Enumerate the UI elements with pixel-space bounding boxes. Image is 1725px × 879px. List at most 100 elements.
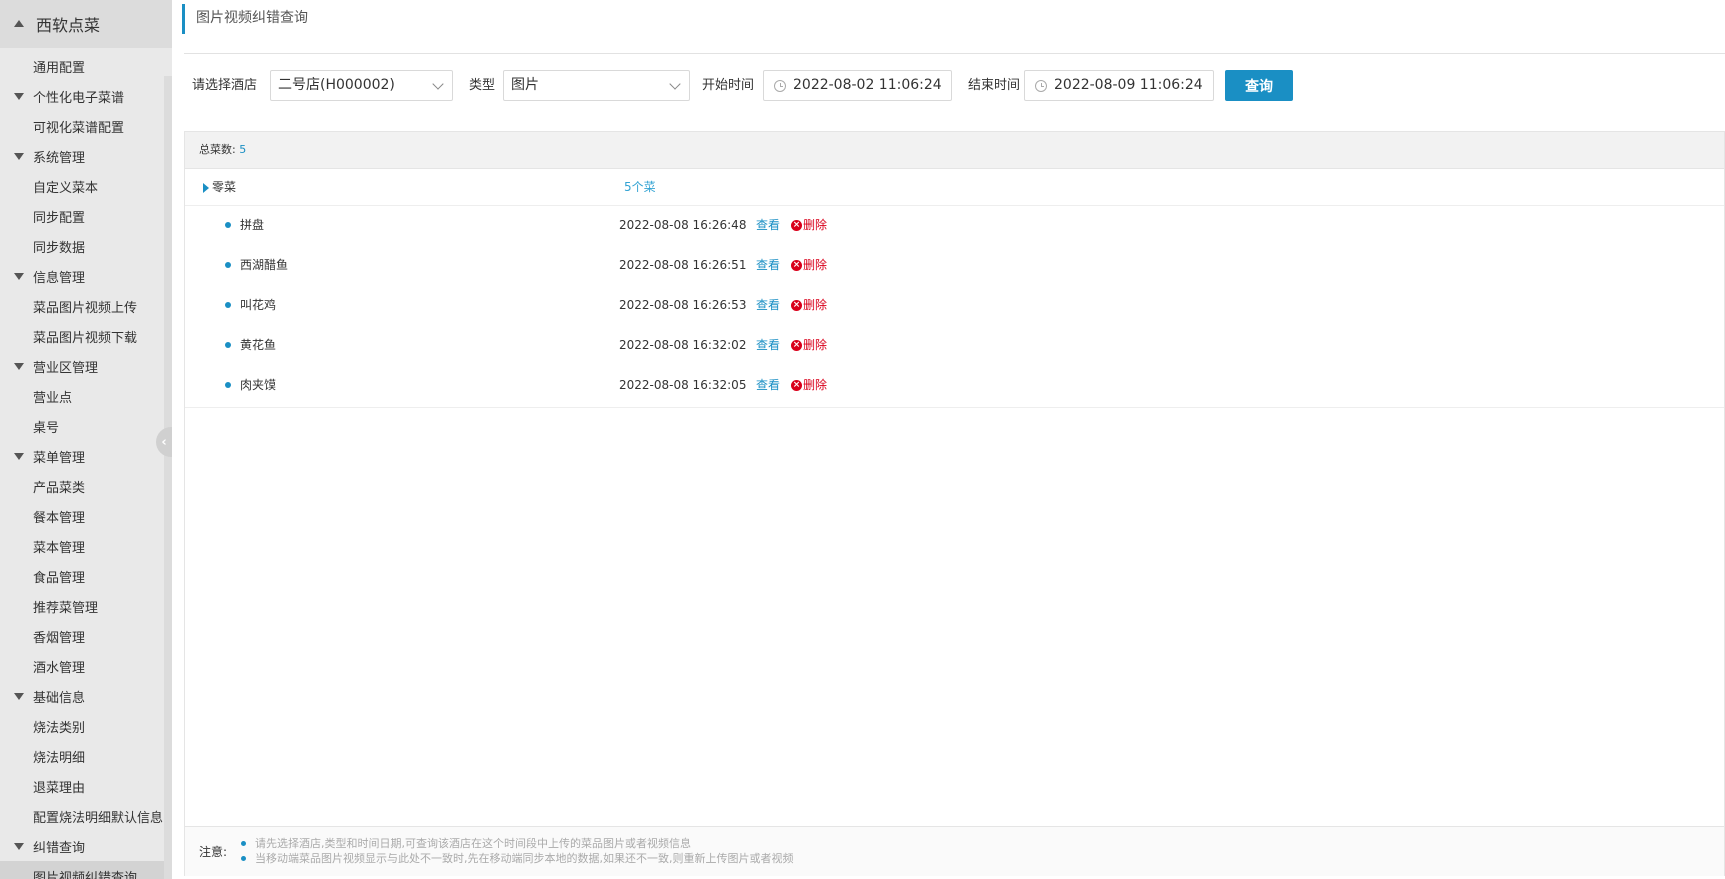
category-row[interactable]: 零菜 5个菜: [185, 169, 1724, 206]
sidebar-item[interactable]: 烧法明细: [0, 741, 164, 771]
sidebar-item-label: 推荐菜管理: [33, 600, 99, 616]
sidebar-item-label: 自定义菜本: [33, 180, 99, 196]
sidebar-item-label: 通用配置: [33, 60, 86, 76]
note-text: 请先选择酒店,类型和时间日期,可查询该酒店在这个时间段中上传的菜品图片或者视频信…: [255, 837, 691, 850]
sidebar-item[interactable]: 图片视频纠错查询: [0, 861, 164, 879]
sidebar-item[interactable]: 配置烧法明细默认信息: [0, 801, 164, 831]
sidebar-scrollbar[interactable]: [164, 76, 172, 879]
total-label: 总菜数:: [199, 143, 236, 156]
sidebar-item[interactable]: 餐本管理: [0, 501, 164, 531]
sidebar-item[interactable]: 退菜理由: [0, 771, 164, 801]
sidebar-item[interactable]: 自定义菜本: [0, 171, 164, 201]
dish-upload-time: 2022-08-08 16:26:48: [619, 218, 747, 232]
clock-icon: [774, 80, 786, 92]
close-circle-icon: ×: [791, 219, 802, 231]
delete-label: 删除: [803, 378, 828, 392]
note-box: 注意: 请先选择酒店,类型和时间日期,可查询该酒店在这个时间段中上传的菜品图片或…: [185, 826, 1724, 876]
sidebar-item[interactable]: 通用配置: [0, 51, 164, 81]
sidebar-item[interactable]: 可视化菜谱配置: [0, 111, 164, 141]
sidebar-item[interactable]: 信息管理: [0, 261, 164, 291]
view-link[interactable]: 查看: [756, 326, 780, 364]
dish-name: 西湖醋鱼: [240, 258, 289, 272]
type-select[interactable]: 图片: [503, 70, 690, 101]
dish-upload-time: 2022-08-08 16:26:53: [619, 298, 747, 312]
dish-row: 肉夹馍 2022-08-08 16:32:05 查看 × 删除: [185, 366, 1724, 406]
hotel-select-value: 二号店(H000002): [278, 77, 395, 93]
sidebar-item-label: 营业点: [33, 390, 73, 406]
sidebar-item[interactable]: 菜本管理: [0, 531, 164, 561]
sidebar-item-label: 酒水管理: [33, 660, 86, 676]
note-item: 请先选择酒店,类型和时间日期,可查询该酒店在这个时间段中上传的菜品图片或者视频信…: [241, 836, 794, 851]
sidebar-item[interactable]: 纠错查询: [0, 831, 164, 861]
delete-label: 删除: [803, 258, 828, 272]
note-list: 请先选择酒店,类型和时间日期,可查询该酒店在这个时间段中上传的菜品图片或者视频信…: [241, 836, 794, 866]
sidebar-item[interactable]: 同步配置: [0, 201, 164, 231]
dish-row: 西湖醋鱼 2022-08-08 16:26:51 查看 × 删除: [185, 246, 1724, 286]
type-label: 类型: [469, 78, 496, 93]
query-button[interactable]: 查询: [1225, 70, 1293, 101]
sidebar-item[interactable]: 烧法类别: [0, 711, 164, 741]
sidebar-item[interactable]: 酒水管理: [0, 651, 164, 681]
close-circle-icon: ×: [791, 379, 802, 391]
delete-button[interactable]: × 删除: [791, 326, 827, 364]
sidebar-item-label: 信息管理: [33, 270, 86, 286]
delete-label: 删除: [803, 298, 828, 312]
bullet-icon: [225, 342, 231, 348]
caret-down-icon: [14, 842, 24, 850]
sidebar-item[interactable]: 个性化电子菜谱: [0, 81, 164, 111]
hotel-select[interactable]: 二号店(H000002): [270, 70, 453, 101]
sidebar-item-label: 菜本管理: [33, 540, 86, 556]
sidebar-item-label: 图片视频纠错查询: [33, 870, 138, 879]
sidebar-header[interactable]: 西软点菜: [0, 0, 172, 48]
close-circle-icon: ×: [791, 339, 802, 351]
end-time-input[interactable]: 2022-08-09 11:06:24: [1024, 70, 1214, 101]
caret-down-icon: [14, 272, 24, 280]
sidebar-item[interactable]: 食品管理: [0, 561, 164, 591]
sidebar-item-label: 菜单管理: [33, 450, 86, 466]
sidebar-item[interactable]: 基础信息: [0, 681, 164, 711]
total-count: 5: [239, 143, 247, 156]
caret-right-icon[interactable]: [203, 183, 209, 193]
sidebar-item-label: 可视化菜谱配置: [33, 120, 125, 136]
bullet-icon: [241, 856, 246, 861]
view-link[interactable]: 查看: [756, 246, 780, 284]
sidebar-item[interactable]: 同步数据: [0, 231, 164, 261]
sidebar-item[interactable]: 桌号: [0, 411, 164, 441]
page-title: 图片视频纠错查询: [182, 4, 308, 34]
app-title: 西软点菜: [36, 16, 101, 35]
delete-button[interactable]: × 删除: [791, 286, 827, 324]
sidebar-item[interactable]: 营业区管理: [0, 351, 164, 381]
sidebar-item-label: 同步数据: [33, 240, 86, 256]
delete-button[interactable]: × 删除: [791, 246, 827, 284]
sidebar-item[interactable]: 推荐菜管理: [0, 591, 164, 621]
delete-button[interactable]: × 删除: [791, 366, 827, 404]
delete-button[interactable]: × 删除: [791, 206, 827, 244]
sidebar-item-label: 配置烧法明细默认信息: [33, 810, 164, 826]
sidebar-item[interactable]: 菜品图片视频下载: [0, 321, 164, 351]
sidebar-item-label: 基础信息: [33, 690, 86, 706]
bullet-icon: [225, 262, 231, 268]
dish-list: 拼盘 2022-08-08 16:26:48 查看 × 删除 西湖醋鱼 2022-08-08…: [185, 206, 1724, 408]
view-link[interactable]: 查看: [756, 286, 780, 324]
sidebar-item[interactable]: 营业点: [0, 381, 164, 411]
type-select-value: 图片: [511, 77, 539, 93]
dish-row: 叫花鸡 2022-08-08 16:26:53 查看 × 删除: [185, 286, 1724, 326]
sidebar-item-label: 烧法明细: [33, 750, 86, 766]
start-time-input[interactable]: 2022-08-02 11:06:24: [763, 70, 952, 101]
dish-name: 拼盘: [240, 218, 265, 232]
sidebar-item[interactable]: 产品菜类: [0, 471, 164, 501]
sidebar-item-label: 系统管理: [33, 150, 86, 166]
sidebar-menu: 通用配置个性化电子菜谱可视化菜谱配置 系统管理自定义菜本同步配置同步数据信息管理菜…: [0, 51, 164, 879]
sidebar-item-label: 菜品图片视频上传: [33, 300, 138, 316]
dish-row: 黄花鱼 2022-08-08 16:32:02 查看 × 删除: [185, 326, 1724, 366]
divider: [184, 53, 1725, 54]
dish-name: 黄花鱼: [240, 338, 277, 352]
sidebar-item[interactable]: 系统管理: [0, 141, 164, 171]
view-link[interactable]: 查看: [756, 206, 780, 244]
sidebar-item[interactable]: 香烟管理: [0, 621, 164, 651]
filter-bar: 请选择酒店 二号店(H000002) 类型 图片 开始时间 2022-08-02…: [184, 70, 1584, 102]
sidebar-item[interactable]: 菜单管理: [0, 441, 164, 471]
sidebar-item[interactable]: 菜品图片视频上传: [0, 291, 164, 321]
delete-label: 删除: [803, 338, 828, 352]
view-link[interactable]: 查看: [756, 366, 780, 404]
